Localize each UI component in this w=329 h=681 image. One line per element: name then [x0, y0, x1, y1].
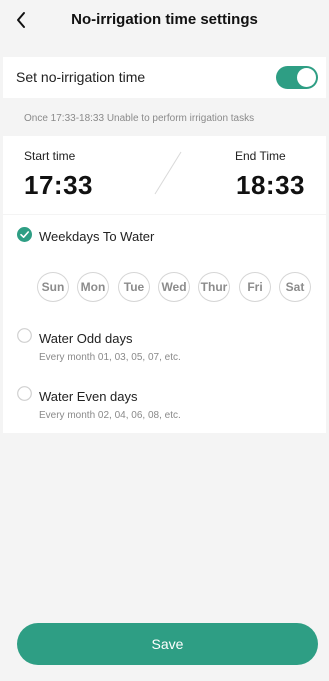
check-circle-icon[interactable]	[17, 227, 32, 242]
no-irrigation-switch[interactable]	[276, 66, 318, 89]
range-divider	[154, 151, 182, 195]
end-time-label: End Time	[235, 149, 286, 163]
odd-days-description: Every month 01, 03, 05, 07, etc.	[39, 352, 181, 363]
end-time-value[interactable]: 18:33	[236, 170, 305, 201]
even-days-description: Every month 02, 04, 06, 08, etc.	[39, 410, 181, 421]
watering-options-card: Weekdays To Water Sun Mon Tue Wed Thur F…	[3, 215, 326, 433]
day-mon[interactable]: Mon	[77, 272, 109, 302]
switch-knob	[297, 68, 316, 87]
no-irrigation-note: Once 17:33-18:33 Unable to perform irrig…	[24, 113, 255, 124]
day-wed[interactable]: Wed	[158, 272, 190, 302]
header-bar: No-irrigation time settings	[0, 0, 329, 42]
radio-unchecked-icon[interactable]	[17, 328, 32, 343]
day-sun[interactable]: Sun	[37, 272, 69, 302]
odd-days-option-label[interactable]: Water Odd days	[39, 331, 132, 346]
even-days-option-label[interactable]: Water Even days	[39, 389, 138, 404]
start-time-label: Start time	[24, 149, 76, 163]
day-tue[interactable]: Tue	[118, 272, 150, 302]
weekdays-option-label[interactable]: Weekdays To Water	[39, 229, 154, 244]
save-button[interactable]: Save	[17, 623, 318, 665]
time-range-card: Start time 17:33 End Time 18:33	[3, 136, 326, 214]
page-title: No-irrigation time settings	[71, 11, 258, 28]
toggle-label: Set no-irrigation time	[16, 69, 146, 85]
day-sat[interactable]: Sat	[279, 272, 311, 302]
radio-unchecked-icon[interactable]	[17, 386, 32, 401]
day-fri[interactable]: Fri	[239, 272, 271, 302]
no-irrigation-toggle-row: Set no-irrigation time	[3, 57, 326, 98]
start-time-value[interactable]: 17:33	[24, 170, 93, 201]
day-thur[interactable]: Thur	[198, 272, 230, 302]
